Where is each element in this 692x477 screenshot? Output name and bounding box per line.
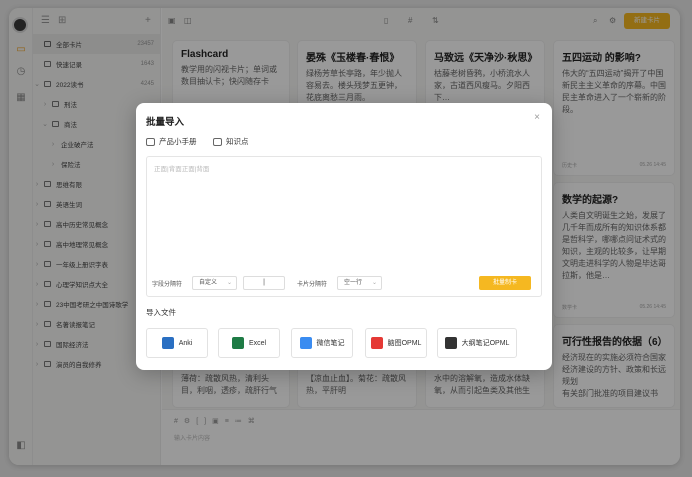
- import-outline-button[interactable]: 大纲笔记OPML: [437, 328, 517, 358]
- wechat-note-icon: [299, 337, 312, 349]
- tab-label: 知识点: [226, 137, 249, 146]
- excel-icon: [231, 337, 244, 349]
- batch-text-input[interactable]: 正面|背面正面|背面 字段分隔符 自定义 ⌄ | 卡片分隔符 空一行 ⌄ 批量制卡: [146, 156, 542, 297]
- field-separator-label: 字段分隔符: [152, 282, 183, 288]
- book-icon: [146, 137, 155, 146]
- card-separator-select[interactable]: 空一行 ⌄: [337, 276, 382, 290]
- dialog-title: 批量导入: [146, 117, 185, 128]
- chevron-down-icon: ⌄: [371, 280, 377, 286]
- close-icon[interactable]: ×: [534, 112, 540, 123]
- field-separator-select[interactable]: 自定义 ⌄: [192, 276, 237, 290]
- import-wechat-button[interactable]: 微信笔记: [291, 328, 353, 358]
- tab-knowledge-point[interactable]: 知识点: [213, 136, 249, 147]
- tab-label: 产品小手册: [159, 137, 197, 146]
- batch-generate-button[interactable]: 批量制卡: [479, 276, 531, 290]
- copy-icon: [213, 137, 222, 146]
- import-excel-button[interactable]: Excel: [218, 328, 280, 358]
- batch-import-dialog: 批量导入 × 产品小手册 知识点 正面|背面正面|背面 字段分隔符 自定义 ⌄ |…: [136, 103, 552, 370]
- select-value: 自定义: [199, 280, 218, 286]
- batch-text-placeholder: 正面|背面正面|背面: [154, 166, 210, 173]
- select-value: 空一行: [344, 280, 363, 286]
- import-label: Excel: [248, 339, 267, 347]
- outline-icon: [444, 337, 457, 349]
- chevron-down-icon: ⌄: [226, 280, 232, 286]
- import-label: 微信笔记: [316, 340, 345, 347]
- card-separator-label: 卡片分隔符: [297, 282, 328, 288]
- import-anki-button[interactable]: Anki: [146, 328, 208, 358]
- import-mindmap-button[interactable]: 脑图OPML: [365, 328, 427, 358]
- separator-options: 字段分隔符 自定义 ⌄ | 卡片分隔符 空一行 ⌄ 批量制卡: [147, 276, 541, 290]
- import-label: 脑图OPML: [387, 340, 422, 347]
- tab-product-manual[interactable]: 产品小手册: [146, 136, 197, 147]
- import-label: Anki: [178, 339, 193, 347]
- import-label: 大纲笔记OPML: [461, 340, 510, 347]
- mindmap-icon: [370, 337, 383, 349]
- custom-separator-input[interactable]: |: [243, 276, 285, 290]
- anki-icon: [161, 337, 174, 349]
- import-file-label: 导入文件: [146, 308, 176, 317]
